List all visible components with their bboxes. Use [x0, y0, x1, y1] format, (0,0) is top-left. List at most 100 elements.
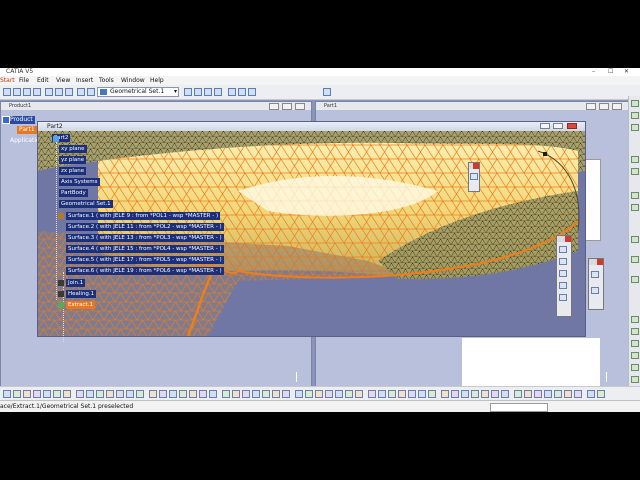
tool-icon[interactable]	[631, 204, 639, 211]
save-icon[interactable]	[23, 88, 31, 96]
minimize-button[interactable]	[540, 123, 550, 129]
tool-icon[interactable]	[238, 88, 246, 96]
close-icon[interactable]	[565, 236, 571, 242]
menu-tools[interactable]: Tools	[99, 76, 114, 85]
tool-icon[interactable]	[335, 390, 343, 398]
tree-item-axis-systems[interactable]: Axis Systems	[59, 178, 100, 186]
tree-item-surface-1[interactable]: Surface.1 ( with JELE 9 : from *POL1 - w…	[66, 212, 221, 220]
tree-item-geometrical-set[interactable]: Geometrical Set.1	[59, 200, 113, 208]
tool-icon[interactable]	[355, 390, 363, 398]
floating-toolbar[interactable]	[588, 258, 604, 310]
minimize-button[interactable]	[269, 103, 279, 110]
print-icon[interactable]	[33, 88, 41, 96]
tool-icon[interactable]	[398, 390, 406, 398]
tool-icon[interactable]	[179, 390, 187, 398]
tool-icon[interactable]	[33, 390, 41, 398]
maximize-button[interactable]: ☐	[608, 68, 613, 75]
tool-icon[interactable]	[272, 390, 280, 398]
tool-icon[interactable]	[418, 390, 426, 398]
tool-icon[interactable]	[388, 390, 396, 398]
tree-item-surface-5[interactable]: Surface.5 ( with JELE 17 : from *POL5 - …	[66, 256, 224, 264]
tool-icon[interactable]	[544, 390, 552, 398]
tool-icon[interactable]	[76, 390, 84, 398]
menu-file[interactable]: File	[19, 76, 29, 85]
tool-icon[interactable]	[631, 112, 639, 119]
tool-icon[interactable]	[471, 390, 479, 398]
tool-icon[interactable]	[470, 173, 478, 180]
tool-icon[interactable]	[323, 88, 331, 96]
tree-item-xy-plane[interactable]: xy plane	[59, 145, 87, 153]
close-icon[interactable]	[597, 259, 603, 265]
tool-icon[interactable]	[378, 390, 386, 398]
tree-item-healing[interactable]: Healing.1	[66, 290, 97, 298]
tool-icon[interactable]	[136, 390, 144, 398]
tool-icon[interactable]	[159, 390, 167, 398]
maximize-button[interactable]	[599, 103, 609, 110]
tool-icon[interactable]	[325, 390, 333, 398]
tree-item-product[interactable]: Product	[8, 116, 35, 124]
floating-toolbar[interactable]	[556, 235, 572, 317]
tool-icon[interactable]	[631, 316, 639, 323]
tool-icon[interactable]	[631, 328, 639, 335]
paste-icon[interactable]	[65, 88, 73, 96]
tool-icon[interactable]	[252, 390, 260, 398]
tool-icon[interactable]	[199, 390, 207, 398]
tool-icon[interactable]	[597, 390, 605, 398]
tool-icon[interactable]	[126, 390, 134, 398]
tool-icon[interactable]	[23, 390, 31, 398]
tool-icon[interactable]	[184, 88, 192, 96]
menu-insert[interactable]: Insert	[76, 76, 93, 85]
tool-icon[interactable]	[631, 376, 639, 383]
tool-icon[interactable]	[631, 192, 639, 199]
tool-icon[interactable]	[214, 88, 222, 96]
command-input[interactable]	[490, 403, 548, 412]
close-button[interactable]	[612, 103, 622, 110]
tool-icon[interactable]	[441, 390, 449, 398]
tree-item-join[interactable]: Join.1	[66, 279, 86, 287]
tool-icon[interactable]	[491, 390, 499, 398]
tool-icon[interactable]	[534, 390, 542, 398]
new-icon[interactable]	[3, 88, 11, 96]
menu-edit[interactable]: Edit	[37, 76, 49, 85]
tool-icon[interactable]	[43, 390, 51, 398]
tree-item-zx-plane[interactable]: zx plane	[59, 167, 87, 175]
tool-icon[interactable]	[524, 390, 532, 398]
tool-icon[interactable]	[345, 390, 353, 398]
tree-item-yz-plane[interactable]: yz plane	[59, 156, 87, 164]
tool-icon[interactable]	[96, 390, 104, 398]
tool-icon[interactable]	[149, 390, 157, 398]
geometrical-set-select[interactable]: Geometrical Set.1 ▾	[97, 87, 179, 97]
tree-item-partbody[interactable]: PartBody	[59, 189, 88, 197]
tool-icon[interactable]	[169, 390, 177, 398]
tool-icon[interactable]	[282, 390, 290, 398]
tool-icon[interactable]	[248, 88, 256, 96]
tool-icon[interactable]	[63, 390, 71, 398]
menu-help[interactable]: Help	[150, 76, 164, 85]
copy-icon[interactable]	[55, 88, 63, 96]
tool-icon[interactable]	[587, 390, 595, 398]
tool-icon[interactable]	[428, 390, 436, 398]
menu-window[interactable]: Window	[121, 76, 145, 85]
close-button[interactable]: ✕	[624, 68, 629, 75]
tool-icon[interactable]	[451, 390, 459, 398]
tool-icon[interactable]	[559, 282, 567, 289]
tool-icon[interactable]	[3, 390, 11, 398]
tool-icon[interactable]	[559, 294, 567, 301]
tool-icon[interactable]	[631, 168, 639, 175]
tree-item-extract[interactable]: Extract.1	[66, 301, 95, 309]
open-icon[interactable]	[13, 88, 21, 96]
tool-icon[interactable]	[295, 390, 303, 398]
tool-icon[interactable]	[631, 340, 639, 347]
floating-toolbar[interactable]	[468, 162, 480, 192]
tool-icon[interactable]	[461, 390, 469, 398]
tree-item-surface-3[interactable]: Surface.3 ( with JELE 13 : from *POL3 - …	[66, 234, 224, 242]
tool-icon[interactable]	[559, 246, 567, 253]
tool-icon[interactable]	[501, 390, 509, 398]
menu-start[interactable]: Start	[0, 76, 15, 85]
part2-window[interactable]: Part2 Part2 xy plane yz plane zx plane A…	[37, 121, 586, 342]
tool-icon[interactable]	[53, 390, 61, 398]
tool-icon[interactable]	[574, 390, 582, 398]
tool-icon[interactable]	[631, 364, 639, 371]
tool-icon[interactable]	[13, 390, 21, 398]
menu-view[interactable]: View	[56, 76, 70, 85]
